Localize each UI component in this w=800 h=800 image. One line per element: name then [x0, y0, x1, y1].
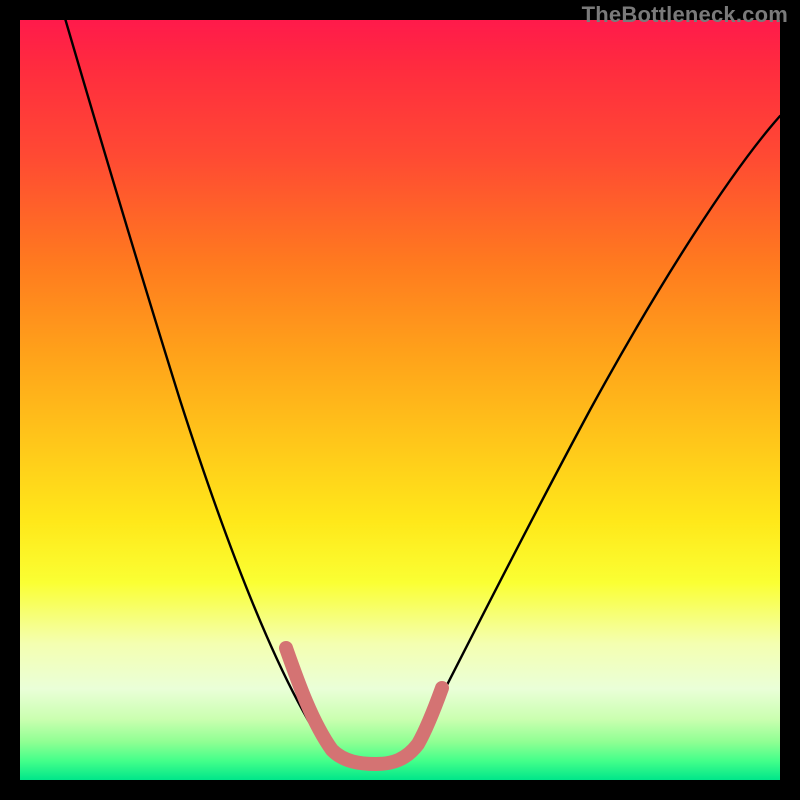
- bottleneck-curve: [48, 20, 780, 762]
- chart-frame: TheBottleneck.com: [0, 0, 800, 800]
- watermark-text: TheBottleneck.com: [582, 2, 788, 28]
- curve-layer: [20, 20, 780, 780]
- plot-area: [20, 20, 780, 780]
- highlight-segment: [286, 648, 442, 764]
